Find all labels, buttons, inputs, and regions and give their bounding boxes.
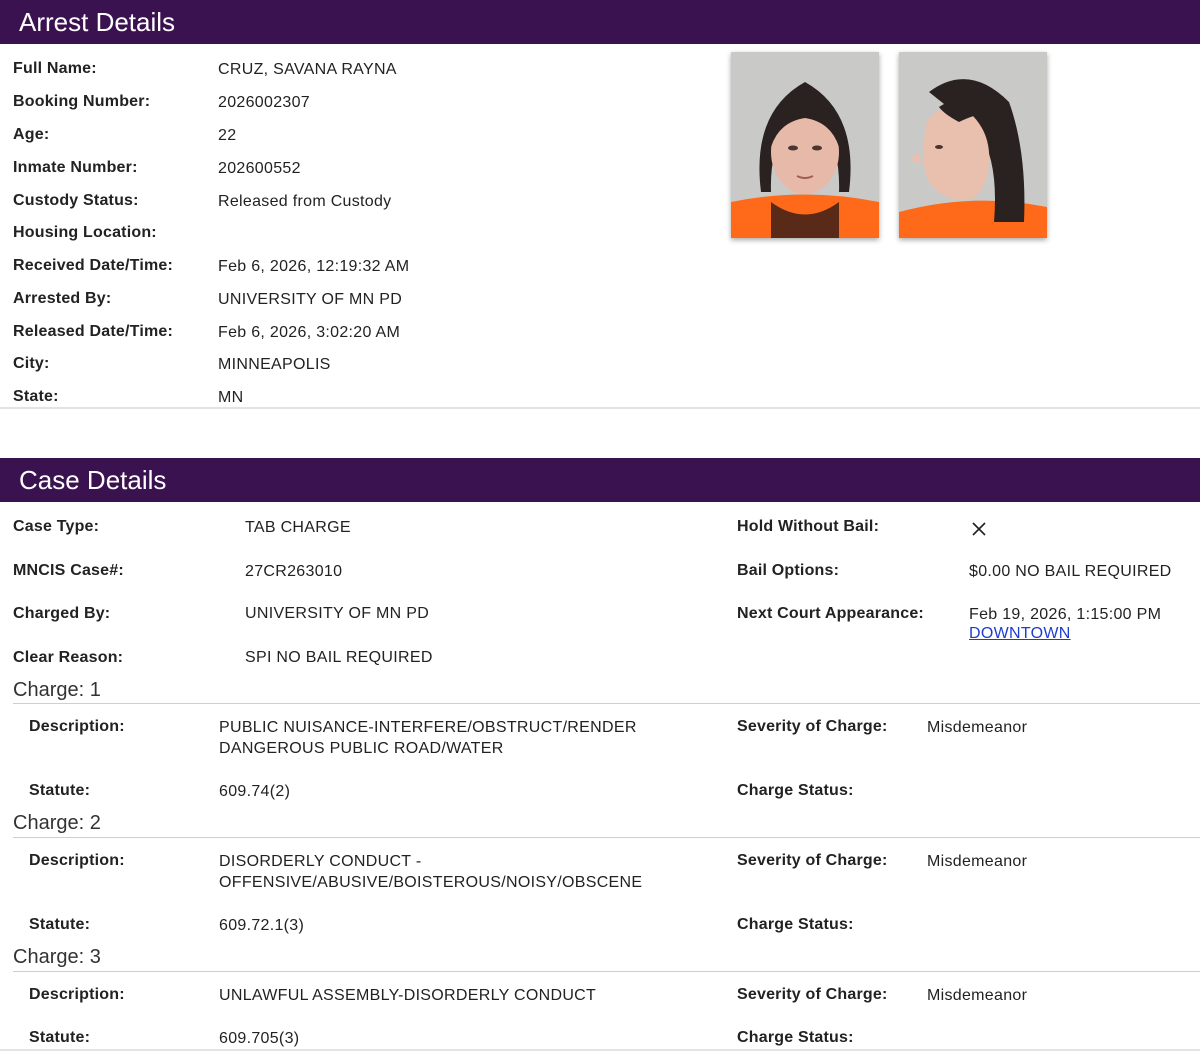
charge-title: Charge: 3 [13, 946, 101, 968]
next-court-appearance-value: Feb 19, 2026, 1:15:00 PM [969, 606, 1162, 623]
inmate-number-value: 202600552 [218, 160, 301, 177]
charge-description-label: Description: [29, 986, 125, 1003]
clear-reason-label: Clear Reason: [13, 649, 124, 666]
released-datetime-value: Feb 6, 2026, 3:02:20 AM [218, 324, 401, 341]
statute-label: Statute: [29, 782, 91, 799]
released-datetime-label: Released Date/Time: [13, 323, 174, 340]
charge-rule [13, 971, 1200, 972]
statute-label: Statute: [29, 916, 91, 933]
severity-value: Misdemeanor [927, 719, 1028, 736]
mncis-case-label: MNCIS Case#: [13, 562, 124, 579]
statute-value: 609.72.1(3) [219, 917, 305, 934]
housing-location-label: Housing Location: [13, 224, 157, 241]
arrested-by-label: Arrested By: [13, 290, 112, 307]
age-label: Age: [13, 126, 50, 143]
arrest-details-header: Arrest Details [0, 0, 1200, 44]
received-datetime-value: Feb 6, 2026, 12:19:32 AM [218, 258, 410, 275]
booking-number-label: Booking Number: [13, 93, 151, 110]
severity-value: Misdemeanor [927, 853, 1028, 870]
charge-status-label: Charge Status: [737, 1029, 854, 1046]
charge-status-label: Charge Status: [737, 916, 854, 933]
charge-status-label: Charge Status: [737, 782, 854, 799]
received-datetime-label: Received Date/Time: [13, 257, 174, 274]
custody-status-value: Released from Custody [218, 193, 392, 210]
case-type-label: Case Type: [13, 518, 100, 535]
charge-description-label: Description: [29, 718, 125, 735]
charged-by-value: UNIVERSITY OF MN PD [245, 605, 430, 622]
custody-status-label: Custody Status: [13, 192, 139, 209]
close-icon [972, 522, 986, 536]
severity-value: Misdemeanor [927, 987, 1028, 1004]
charge-description-line: UNLAWFUL ASSEMBLY-DISORDERLY CONDUCT [219, 987, 597, 1004]
charge-description-line: DANGEROUS PUBLIC ROAD/WATER [219, 740, 504, 757]
charged-by-label: Charged By: [13, 605, 111, 622]
charge-description-line: PUBLIC NUISANCE-INTERFERE/OBSTRUCT/RENDE… [219, 719, 637, 736]
booking-photo-front[interactable] [731, 52, 879, 238]
statute-label: Statute: [29, 1029, 91, 1046]
state-label: State: [13, 388, 59, 405]
charge-rule [13, 703, 1200, 704]
city-value: MINNEAPOLIS [218, 356, 331, 373]
bail-options-value: $0.00 NO BAIL REQUIRED [969, 563, 1172, 580]
clear-reason-value: SPI NO BAIL REQUIRED [245, 649, 433, 666]
arrested-by-value: UNIVERSITY OF MN PD [218, 291, 403, 308]
city-label: City: [13, 355, 50, 372]
severity-label: Severity of Charge: [737, 852, 888, 869]
statute-value: 609.74(2) [219, 783, 291, 800]
charge-title: Charge: 1 [13, 679, 101, 701]
case-section-rule [0, 1049, 1200, 1051]
charge-description-line: OFFENSIVE/ABUSIVE/BOISTEROUS/NOISY/OBSCE… [219, 874, 643, 891]
statute-value: 609.705(3) [219, 1030, 300, 1047]
charge-title: Charge: 2 [13, 812, 101, 834]
state-value: MN [218, 389, 244, 406]
severity-label: Severity of Charge: [737, 986, 888, 1003]
inmate-number-label: Inmate Number: [13, 159, 138, 176]
charge-rule [13, 837, 1200, 838]
age-value: 22 [218, 127, 237, 144]
full-name-value: CRUZ, SAVANA RAYNA [218, 61, 397, 78]
booking-photo-profile[interactable] [899, 52, 1047, 238]
next-court-appearance-label: Next Court Appearance: [737, 605, 924, 622]
booking-number-value: 2026002307 [218, 94, 310, 111]
mncis-case-value: 27CR263010 [245, 563, 343, 580]
charge-description-label: Description: [29, 852, 125, 869]
charge-description-line: DISORDERLY CONDUCT - [219, 853, 422, 870]
case-details-header: Case Details [0, 458, 1200, 502]
arrest-section-rule [0, 407, 1200, 409]
case-type-value: TAB CHARGE [245, 519, 351, 536]
court-location-link[interactable]: DOWNTOWN [969, 625, 1071, 643]
full-name-label: Full Name: [13, 60, 97, 77]
hold-without-bail-label: Hold Without Bail: [737, 518, 880, 535]
severity-label: Severity of Charge: [737, 718, 888, 735]
bail-options-label: Bail Options: [737, 562, 840, 579]
